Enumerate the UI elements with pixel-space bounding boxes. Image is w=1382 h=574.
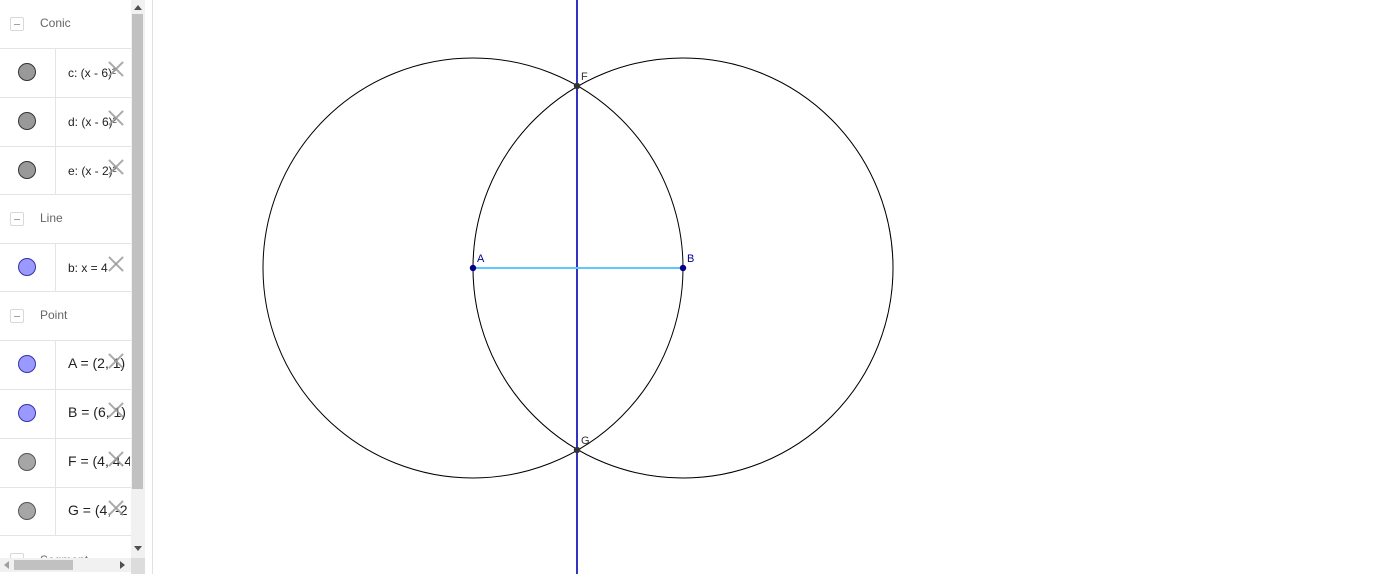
- point-label-A: A: [477, 253, 485, 265]
- group-label: Line: [40, 211, 63, 225]
- horizontal-scrollbar[interactable]: [0, 558, 131, 572]
- group-header-conic[interactable]: Conic: [0, 0, 131, 48]
- point-label-G: G: [581, 435, 590, 447]
- delete-icon[interactable]: [106, 157, 126, 177]
- scroll-up-icon[interactable]: [134, 5, 142, 10]
- delete-icon[interactable]: [106, 400, 126, 420]
- delete-icon[interactable]: [106, 254, 126, 274]
- visibility-marble-icon[interactable]: [18, 404, 36, 422]
- scrollbar-thumb[interactable]: [14, 560, 73, 570]
- algebra-item-A[interactable]: A = (2, 1): [0, 340, 131, 389]
- graphics-canvas[interactable]: A B F G: [153, 0, 1382, 574]
- view-splitter[interactable]: [145, 0, 153, 574]
- algebra-item-e[interactable]: e: (x - 2)²: [0, 146, 131, 195]
- point-label-F: F: [581, 71, 588, 83]
- delete-icon[interactable]: [106, 108, 126, 128]
- visibility-marble-icon[interactable]: [18, 258, 36, 276]
- visibility-marble-icon[interactable]: [18, 63, 36, 81]
- algebra-item-F[interactable]: F = (4, 4.4: [0, 438, 131, 487]
- marble-cell[interactable]: [0, 488, 56, 535]
- marble-cell[interactable]: [0, 49, 56, 97]
- marble-cell[interactable]: [0, 341, 56, 389]
- vertical-scrollbar[interactable]: [131, 0, 145, 558]
- algebra-item-d[interactable]: d: (x - 6)²: [0, 97, 131, 146]
- graphics-view[interactable]: A B F G: [153, 0, 1382, 574]
- delete-icon[interactable]: [106, 59, 126, 79]
- marble-cell[interactable]: [0, 244, 56, 291]
- algebra-item-c[interactable]: c: (x - 6)²: [0, 48, 131, 97]
- marble-cell[interactable]: [0, 147, 56, 194]
- point-label-B: B: [687, 253, 694, 265]
- visibility-marble-icon[interactable]: [18, 502, 36, 520]
- scrollbar-thumb[interactable]: [132, 14, 143, 489]
- scroll-down-icon[interactable]: [134, 546, 142, 551]
- visibility-marble-icon[interactable]: [18, 161, 36, 179]
- scroll-left-icon[interactable]: [4, 561, 9, 569]
- delete-icon[interactable]: [106, 449, 126, 469]
- scroll-right-icon[interactable]: [120, 561, 125, 569]
- visibility-marble-icon[interactable]: [18, 453, 36, 471]
- algebra-item-b[interactable]: b: x = 4: [0, 243, 131, 292]
- delete-icon[interactable]: [106, 351, 126, 371]
- scrollbar-corner: [131, 558, 145, 574]
- delete-icon[interactable]: [106, 498, 126, 518]
- group-header-point[interactable]: Point: [0, 292, 131, 340]
- collapse-toggle-icon[interactable]: [10, 309, 24, 323]
- group-label: Point: [40, 308, 68, 322]
- group-header-line[interactable]: Line: [0, 195, 131, 243]
- point-A[interactable]: [469, 264, 477, 272]
- point-G[interactable]: [573, 446, 581, 454]
- algebra-item-G[interactable]: G = (4, -2: [0, 487, 131, 536]
- algebra-list: Conic c: (x - 6)² d: (x - 6)² e: (x - 2)…: [0, 0, 131, 567]
- algebra-item-B[interactable]: B = (6, 1): [0, 389, 131, 438]
- algebra-view: Conic c: (x - 6)² d: (x - 6)² e: (x - 2)…: [0, 0, 145, 574]
- point-B[interactable]: [679, 264, 687, 272]
- marble-cell[interactable]: [0, 439, 56, 487]
- visibility-marble-icon[interactable]: [18, 112, 36, 130]
- visibility-marble-icon[interactable]: [18, 355, 36, 373]
- marble-cell[interactable]: [0, 98, 56, 146]
- collapse-toggle-icon[interactable]: [10, 17, 24, 31]
- marble-cell[interactable]: [0, 390, 56, 438]
- collapse-toggle-icon[interactable]: [10, 212, 24, 226]
- group-label: Conic: [40, 16, 71, 30]
- point-F[interactable]: [573, 82, 581, 90]
